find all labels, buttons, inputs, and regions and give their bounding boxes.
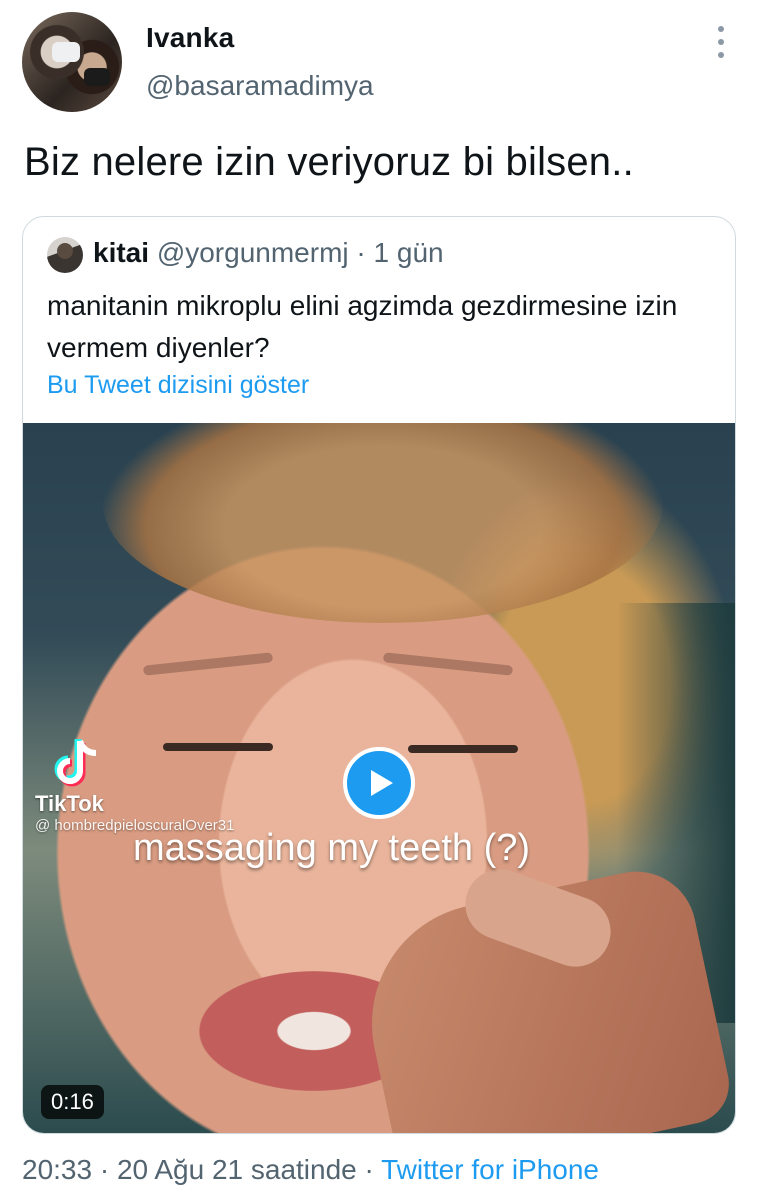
tweet-footer: 20:33 · 20 Ağu 21 saatinde · Twitter for… [22, 1154, 599, 1186]
show-thread-link[interactable]: Bu Tweet dizisini göster [47, 371, 309, 400]
author-display-name[interactable]: Ivanka [146, 22, 234, 54]
more-icon[interactable] [714, 26, 728, 58]
quoted-author-handle[interactable]: @yorgunmermj [157, 237, 349, 268]
quoted-tweet-text: manitanin mikroplu elini agzimda gezdirm… [47, 290, 678, 363]
video-frame-detail [163, 743, 273, 751]
author-avatar[interactable] [22, 12, 122, 112]
video-player[interactable]: TikTok @ hombredpieloscuralOver31 massag… [23, 423, 735, 1133]
play-button[interactable] [343, 747, 415, 819]
play-icon [370, 770, 393, 796]
footer-separator: · [356, 1154, 382, 1185]
avatar-detail [84, 68, 110, 86]
quoted-tweet-time[interactable]: 1 gün [374, 237, 444, 268]
quoted-tweet[interactable]: kitai @yorgunmermj · 1 gün manitanin mik… [22, 216, 736, 1134]
video-frame-detail [142, 652, 274, 676]
video-frame-detail [103, 423, 663, 623]
meta-separator: · [356, 237, 366, 268]
tweet-time[interactable]: 20:33 [22, 1154, 92, 1185]
quoted-tweet-meta: kitai @yorgunmermj · 1 gün [93, 237, 444, 269]
tiktok-watermark-label: TikTok [35, 791, 104, 816]
tweet: Ivanka @basaramadimya Biz nelere izin ve… [0, 0, 758, 1200]
quoted-author-avatar[interactable] [47, 237, 83, 273]
dot [718, 26, 724, 32]
tiktok-logo-icon [54, 739, 97, 787]
dot [718, 39, 724, 45]
avatar-detail [52, 42, 80, 62]
author-handle[interactable]: @basaramadimya [146, 70, 374, 102]
tweet-source[interactable]: Twitter for iPhone [381, 1154, 599, 1185]
quoted-author-name[interactable]: kitai [93, 237, 149, 268]
tweet-text: Biz nelere izin veriyoruz bi bilsen.. [24, 140, 634, 184]
video-caption: massaging my teeth (?) [133, 827, 531, 869]
video-frame-detail [382, 652, 514, 676]
dot [718, 52, 724, 58]
video-frame-detail [408, 745, 518, 753]
footer-separator: · [92, 1154, 117, 1185]
video-duration: 0:16 [41, 1085, 104, 1119]
tweet-date[interactable]: 20 Ağu 21 saatinde [117, 1154, 357, 1185]
